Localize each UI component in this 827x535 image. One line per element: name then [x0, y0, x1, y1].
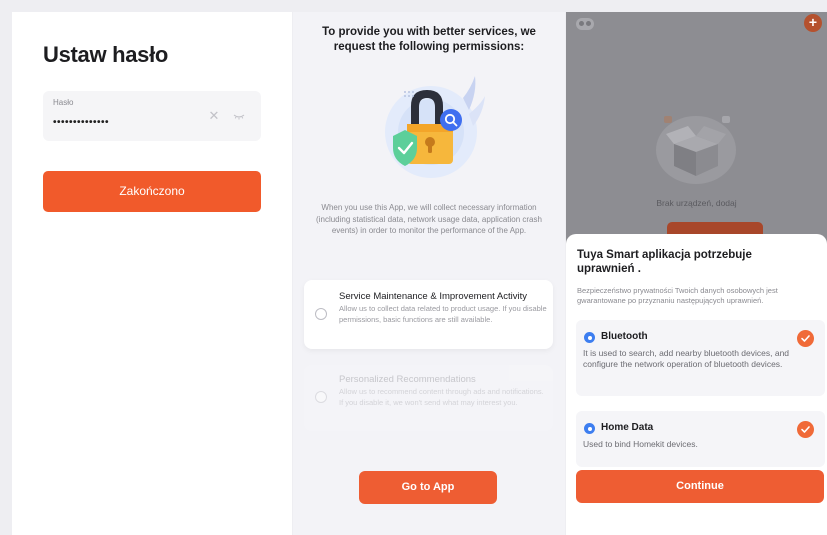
add-device-icon[interactable]: + [804, 14, 822, 32]
sheet-subtitle: Bezpieczeństwo prywatności Twoich danych… [577, 286, 778, 305]
permissions-sheet: Tuya Smart aplikacja potrzebuje uprawnie… [566, 234, 827, 535]
data-collection-description: When you use this App, we will collect n… [316, 203, 542, 235]
family-switch-icon[interactable] [576, 18, 594, 30]
permission-title: Home Data [601, 422, 654, 433]
done-button[interactable]: Zakończono [43, 171, 261, 212]
permission-title: Bluetooth [601, 331, 648, 342]
continue-button[interactable]: Continue [576, 470, 824, 503]
option-title: Service Maintenance & Improvement Activi… [339, 291, 527, 302]
set-password-screen: Ustaw hasło Hasło •••••••••••••• ✕ Zakoń… [12, 12, 292, 535]
permissions-heading: To provide you with better services, we … [322, 26, 536, 53]
screenshot-collage: Ustaw hasło Hasło •••••••••••••• ✕ Zakoń… [0, 0, 827, 535]
permission-description: Used to bind Homekit devices. [583, 439, 698, 449]
bluetooth-icon [584, 332, 595, 343]
permission-description: It is used to search, add nearby bluetoo… [583, 348, 790, 369]
app-permissions-screen: + Brak urządzeń, dodaj Tuya Smart aplika… [566, 12, 827, 535]
option-personalized-recommendations[interactable]: Personalized Recommendations Allow us to… [304, 365, 553, 431]
empty-state-text: Brak urządzeń, dodaj [656, 198, 737, 208]
password-input[interactable]: •••••••••••••• [53, 117, 109, 128]
privacy-permissions-screen: To provide you with better services, we … [293, 12, 565, 535]
home-icon [584, 423, 595, 434]
page-title: Ustaw hasło [43, 42, 169, 67]
option-description: Allow us to collect data related to prod… [339, 304, 547, 324]
check-icon[interactable] [797, 421, 814, 438]
go-to-app-button[interactable]: Go to App [359, 471, 497, 504]
radio-button[interactable] [315, 308, 327, 320]
sheet-title: Tuya Smart aplikacja potrzebuje uprawnie… [577, 249, 752, 275]
close-icon[interactable]: ✕ [207, 109, 221, 123]
radio-button[interactable] [315, 391, 327, 403]
permission-bluetooth[interactable]: Bluetooth It is used to search, add near… [576, 320, 825, 396]
eye-closed-icon[interactable] [232, 109, 246, 123]
empty-box-icon [654, 104, 738, 188]
lock-shield-illustration [371, 70, 487, 188]
option-title: Personalized Recommendations [339, 374, 476, 385]
option-service-maintenance[interactable]: Service Maintenance & Improvement Activi… [304, 280, 553, 349]
permission-home-data[interactable]: Home Data Used to bind Homekit devices. [576, 411, 825, 467]
password-field-label: Hasło [53, 98, 74, 107]
option-description: Allow us to recommend content through ad… [339, 387, 544, 407]
check-icon[interactable] [797, 330, 814, 347]
password-field[interactable]: Hasło •••••••••••••• ✕ [43, 91, 261, 141]
